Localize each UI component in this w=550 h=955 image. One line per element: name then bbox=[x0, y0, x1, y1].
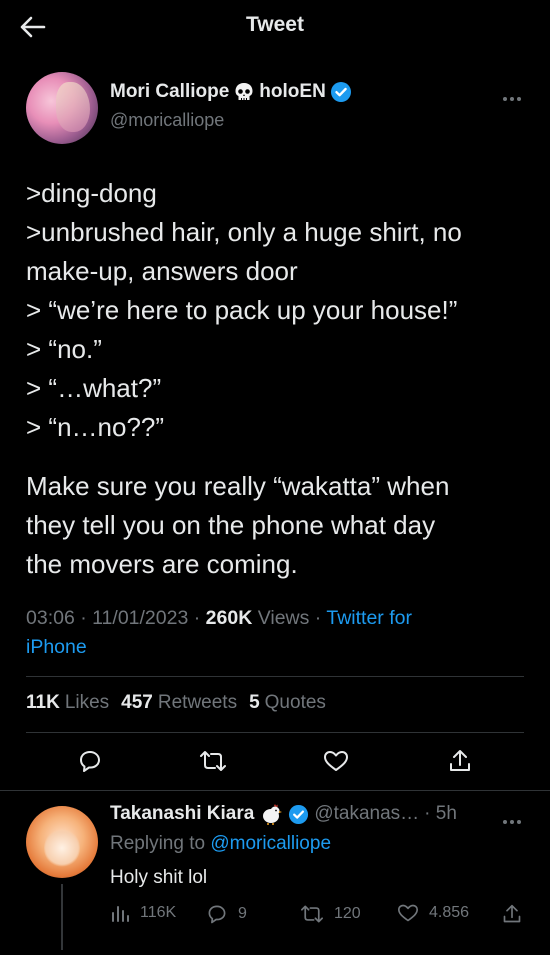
replying-to: Replying to @moricalliope bbox=[110, 833, 331, 855]
tweet-line: they tell you on the phone what day bbox=[26, 510, 436, 540]
separator-dot: · bbox=[80, 607, 93, 629]
reply-header: Takanashi Kiara @takanas… · 5h bbox=[110, 803, 457, 825]
reply-icon bbox=[80, 751, 100, 772]
reply-age: · 5h bbox=[424, 803, 457, 824]
reply-icon bbox=[208, 905, 226, 924]
retweets-stat[interactable]: 457 Retweets bbox=[121, 692, 237, 714]
more-icon bbox=[503, 97, 521, 101]
page-title: Tweet bbox=[246, 13, 304, 36]
share-icon bbox=[503, 904, 521, 923]
quotes-count: 5 bbox=[249, 692, 260, 713]
quotes-stat[interactable]: 5 Quotes bbox=[249, 692, 326, 714]
tweet-line: > “no.” bbox=[26, 334, 102, 364]
reply-views[interactable]: 116K bbox=[110, 903, 176, 923]
tweet-line: > “…what?” bbox=[26, 373, 162, 403]
views-icon bbox=[112, 906, 129, 922]
reply-author-handle[interactable]: @takanas… bbox=[314, 803, 419, 825]
thread-line bbox=[61, 884, 63, 950]
tweet-body: >ding-dong >unbrushed hair, only a huge … bbox=[26, 174, 531, 584]
separator-dot: · bbox=[314, 607, 327, 629]
source-line1: Twitter for bbox=[326, 607, 412, 629]
reply-likes-count: 4.856 bbox=[429, 904, 470, 921]
chicken-icon bbox=[263, 804, 283, 825]
reply-text: Holy shit lol bbox=[110, 867, 208, 888]
divider bbox=[26, 732, 524, 733]
separator-dot: · bbox=[193, 607, 206, 629]
reply-views-count: 116K bbox=[140, 904, 177, 921]
more-icon bbox=[503, 820, 521, 824]
tweet-line: >ding-dong bbox=[26, 178, 157, 208]
engagement-stats: 11K Likes 457 Retweets 5 Quotes bbox=[26, 692, 326, 714]
retweet-icon bbox=[200, 751, 226, 771]
reply-button[interactable] bbox=[74, 745, 106, 777]
likes-label: Likes bbox=[64, 692, 110, 713]
tweet-line: make-up, answers door bbox=[26, 256, 298, 286]
more-options-button[interactable] bbox=[502, 86, 522, 107]
likes-count: 11K bbox=[26, 692, 60, 713]
author-name-suffix: holoEN bbox=[259, 81, 326, 102]
quotes-label: Quotes bbox=[264, 692, 326, 713]
reply-retweet-button[interactable]: 120 bbox=[300, 903, 361, 925]
retweet-icon bbox=[300, 905, 323, 923]
author-name-row[interactable]: Mori Calliope holoEN bbox=[110, 81, 352, 103]
author-avatar[interactable] bbox=[26, 72, 98, 144]
divider bbox=[26, 676, 524, 677]
reply-avatar[interactable] bbox=[26, 806, 98, 878]
tweet-meta: 03:06 · 11/01/2023 · 260K Views · Twitte… bbox=[26, 604, 531, 662]
verified-badge-icon bbox=[289, 804, 309, 824]
like-button[interactable] bbox=[320, 745, 352, 777]
tweet-time[interactable]: 03:06 bbox=[26, 607, 75, 629]
reply-replies-count: 9 bbox=[238, 905, 247, 922]
tweet-line: >unbrushed hair, only a huge shirt, no bbox=[26, 217, 462, 247]
share-button[interactable] bbox=[444, 745, 476, 777]
reply-actions: 116K 9 120 4.856 bbox=[110, 903, 524, 929]
tweet-line: Make sure you really “wakatta” when bbox=[26, 471, 450, 501]
author-handle[interactable]: @moricalliope bbox=[110, 110, 224, 131]
reply-more-button[interactable] bbox=[502, 812, 522, 830]
retweet-button[interactable] bbox=[197, 745, 229, 777]
reply-like-button[interactable]: 4.856 bbox=[397, 903, 469, 923]
reply-share-button[interactable] bbox=[502, 903, 522, 925]
tweet-line: > “n…no??” bbox=[26, 412, 165, 442]
divider bbox=[0, 790, 550, 791]
share-icon bbox=[450, 750, 470, 771]
reply-retweets-count: 120 bbox=[334, 905, 361, 922]
retweets-label: Retweets bbox=[157, 692, 238, 713]
top-bar: Tweet bbox=[0, 0, 550, 52]
views-label: Views bbox=[257, 607, 310, 629]
tweet-line: > “we’re here to pack up your house!” bbox=[26, 295, 458, 325]
tweet-paragraph: Make sure you really “wakatta” when they… bbox=[26, 467, 531, 584]
reply-reply-button[interactable]: 9 bbox=[206, 903, 247, 925]
views-count: 260K bbox=[205, 607, 253, 629]
replying-prefix: Replying to bbox=[110, 833, 206, 854]
like-icon bbox=[324, 751, 348, 771]
likes-stat[interactable]: 11K Likes bbox=[26, 692, 109, 714]
replying-to-link[interactable]: @moricalliope bbox=[210, 833, 331, 854]
source-line2: iPhone bbox=[26, 636, 87, 658]
author-name: Mori Calliope bbox=[110, 81, 230, 102]
tweet-actions bbox=[0, 745, 550, 781]
verified-badge-icon bbox=[330, 82, 351, 102]
reply-author-name[interactable]: Takanashi Kiara bbox=[110, 803, 254, 825]
skull-icon bbox=[235, 83, 253, 100]
like-icon bbox=[398, 904, 418, 922]
retweets-count: 457 bbox=[121, 692, 153, 713]
tweet-line: the movers are coming. bbox=[26, 549, 298, 579]
tweet-date[interactable]: 11/01/2023 bbox=[92, 607, 188, 629]
